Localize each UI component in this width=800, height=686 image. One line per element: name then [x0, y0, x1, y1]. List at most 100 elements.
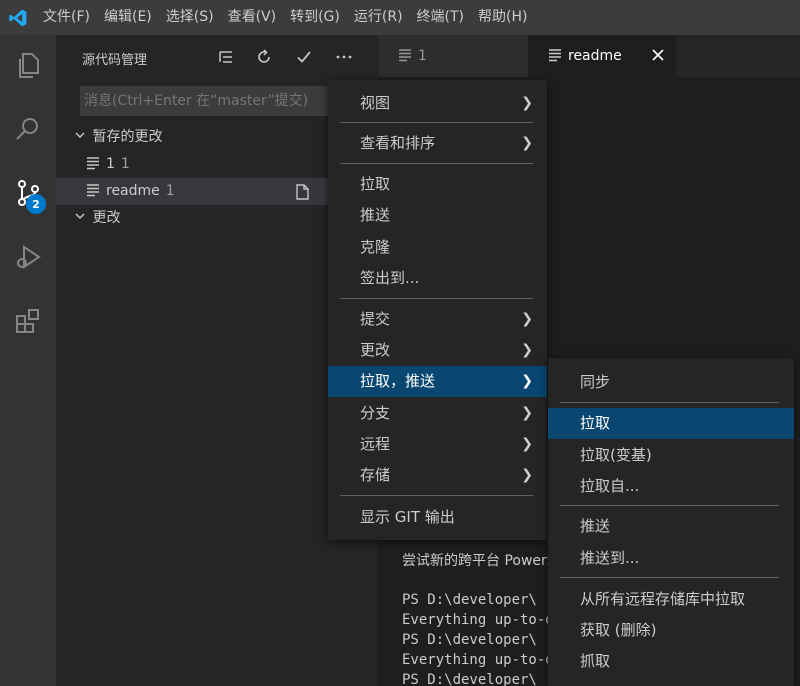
terminal-line: PS D:\developer\	[402, 672, 537, 686]
menu-divider	[560, 402, 779, 403]
menu-item-commit[interactable]: 提交 ❯	[328, 304, 547, 335]
menu-item-label: 远程	[360, 435, 391, 453]
source-control-icon[interactable]	[0, 165, 56, 221]
extensions-icon[interactable]	[0, 293, 56, 349]
menu-item-label: 推送到...	[580, 549, 640, 567]
chevron-right-icon: ❯	[521, 135, 533, 151]
file-lines-icon	[86, 153, 100, 170]
menu-divider	[560, 577, 779, 578]
run-debug-icon[interactable]	[0, 229, 56, 285]
chevron-right-icon: ❯	[521, 342, 533, 358]
menu-item-label: 显示 GIT 输出	[360, 508, 455, 526]
menu-item-pull[interactable]: 拉取	[548, 408, 794, 439]
chevron-right-icon: ❯	[521, 405, 533, 421]
menu-divider	[340, 163, 533, 164]
menu-selection[interactable]: 选择(S)	[159, 0, 221, 35]
file-lines-icon	[86, 180, 100, 197]
staged-changes-label: 暂存的更改	[92, 129, 163, 145]
menu-item-label: 拉取，推送	[360, 372, 436, 390]
menu-go[interactable]: 转到(G)	[283, 0, 347, 35]
menu-terminal[interactable]: 终端(T)	[410, 0, 471, 35]
menu-item-pull-from[interactable]: 拉取自...	[548, 471, 794, 502]
menu-file[interactable]: 文件(F)	[36, 0, 97, 35]
menu-item-view-sort[interactable]: 查看和排序 ❯	[328, 128, 547, 159]
chevron-right-icon: ❯	[521, 467, 533, 483]
menu-item-view[interactable]: 视图 ❯	[328, 88, 547, 119]
menu-edit[interactable]: 编辑(E)	[97, 0, 159, 35]
tab-1[interactable]: 1	[378, 35, 528, 77]
more-actions-icon[interactable]	[332, 45, 356, 69]
menu-item-label: 更改	[360, 341, 391, 359]
menu-item-label: 同步	[580, 373, 611, 391]
terminal-line: PS D:\developer\	[402, 632, 537, 648]
explorer-icon[interactable]	[0, 37, 56, 93]
menu-item-label: 视图	[360, 94, 391, 112]
close-icon[interactable]	[652, 35, 664, 77]
menu-item-label: 拉取自...	[580, 477, 640, 495]
menu-divider	[340, 298, 533, 299]
file-lines-icon	[398, 37, 412, 62]
menu-item-pull-all-remotes[interactable]: 从所有远程存储库中拉取	[548, 584, 794, 615]
menu-view[interactable]: 查看(V)	[221, 0, 284, 35]
menu-item-label: 推送	[360, 206, 391, 224]
menu-item-label: 克隆	[360, 238, 391, 256]
menu-item-pull[interactable]: 拉取	[328, 169, 547, 200]
vscode-logo-icon	[0, 0, 36, 35]
chevron-down-icon	[72, 205, 88, 232]
menu-item-pull-rebase[interactable]: 拉取(变基)	[548, 440, 794, 471]
file-name: readme	[106, 183, 160, 199]
menu-run[interactable]: 运行(R)	[347, 0, 410, 35]
chevron-right-icon: ❯	[521, 373, 533, 389]
file-path: 1	[165, 183, 175, 199]
menu-item-fetch[interactable]: 抓取	[548, 646, 794, 677]
commit-message-input[interactable]	[80, 86, 360, 116]
pull-push-submenu: 同步 拉取 拉取(变基) 拉取自... 推送 推送到... 从所有远程存储库中拉…	[548, 358, 794, 686]
menu-item-pull-push[interactable]: 拉取，推送 ❯	[328, 366, 547, 397]
chevron-down-icon	[72, 124, 88, 151]
menu-item-branch[interactable]: 分支 ❯	[328, 398, 547, 429]
menu-item-clone[interactable]: 克隆	[328, 232, 547, 263]
scm-context-menu: 视图 ❯ 查看和排序 ❯ 拉取 推送 克隆 签出到... 提交 ❯ 更改 ❯ 拉取，推送…	[328, 80, 547, 540]
menu-item-label: 推送	[580, 517, 611, 535]
menu-item-push[interactable]: 推送	[548, 511, 794, 542]
menu-item-remote[interactable]: 远程 ❯	[328, 429, 547, 460]
menu-divider	[340, 495, 533, 496]
refresh-icon[interactable]	[252, 45, 276, 69]
tab-label: readme	[568, 48, 622, 64]
terminal-line: PS D:\developer\	[402, 592, 537, 608]
scm-count-badge: 2	[26, 194, 46, 214]
menu-help[interactable]: 帮助(H)	[471, 0, 534, 35]
chevron-right-icon: ❯	[521, 436, 533, 452]
tree-view-icon[interactable]	[214, 45, 238, 69]
menu-item-label: 拉取(变基)	[580, 446, 652, 464]
activity-bar	[0, 35, 56, 686]
changes-label: 更改	[92, 210, 121, 226]
menu-item-label: 存储	[360, 466, 391, 484]
menu-item-sync[interactable]: 同步	[548, 367, 794, 398]
menu-item-label: 抓取	[580, 652, 611, 670]
commit-check-icon[interactable]	[292, 45, 316, 69]
chevron-right-icon: ❯	[521, 95, 533, 111]
panel-title: 源代码管理	[82, 53, 148, 68]
menu-item-fetch-prune[interactable]: 获取 (删除)	[548, 615, 794, 646]
panel-header: 源代码管理	[56, 35, 378, 79]
menu-item-show-git-output[interactable]: 显示 GIT 输出	[328, 502, 547, 533]
file-name: 1	[106, 156, 115, 172]
menu-item-changes[interactable]: 更改 ❯	[328, 335, 547, 366]
chevron-right-icon: ❯	[521, 311, 533, 327]
menu-item-label: 拉取	[580, 414, 611, 432]
menu-item-label: 查看和排序	[360, 134, 436, 152]
menu-item-label: 获取 (删除)	[580, 621, 657, 639]
title-bar: 文件(F) 编辑(E) 选择(S) 查看(V) 转到(G) 运行(R) 终端(T…	[0, 0, 800, 35]
menu-item-push[interactable]: 推送	[328, 200, 547, 231]
menu-item-label: 拉取	[360, 175, 391, 193]
tab-readme[interactable]: readme	[528, 35, 676, 77]
editor-tabs: 1 readme	[378, 35, 800, 77]
menu-item-push-to[interactable]: 推送到...	[548, 543, 794, 574]
file-path: 1	[120, 156, 130, 172]
menu-item-label: 分支	[360, 404, 391, 422]
menu-divider	[560, 505, 779, 506]
search-icon[interactable]	[0, 101, 56, 157]
menu-item-checkout[interactable]: 签出到...	[328, 263, 547, 294]
menu-item-stash[interactable]: 存储 ❯	[328, 460, 547, 491]
